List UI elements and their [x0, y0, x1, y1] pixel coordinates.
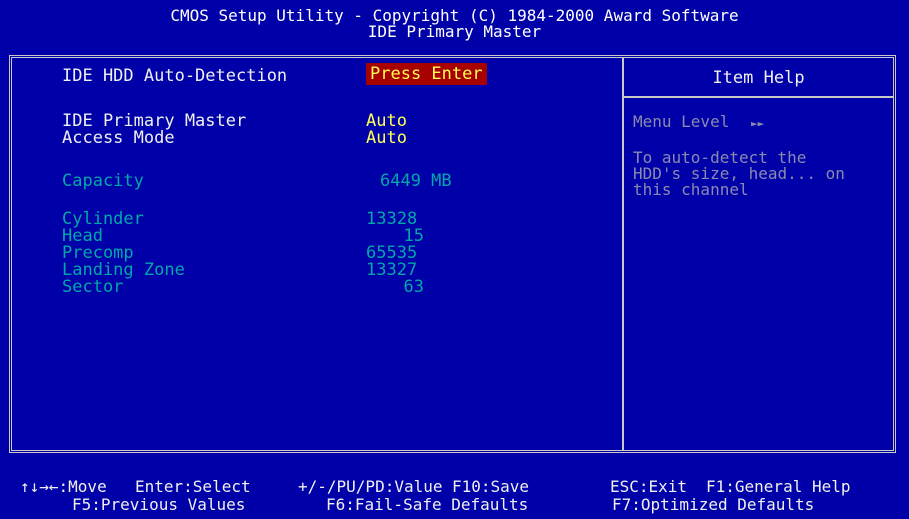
capacity-value: 6449 MB — [380, 171, 452, 191]
auto-detect-label: IDE HDD Auto-Detection — [62, 66, 288, 86]
menu-level: Menu Level ►► — [633, 114, 764, 132]
page-title: IDE Primary Master — [367, 22, 542, 41]
key-select: Enter:Select — [135, 477, 251, 496]
key-optimized-defaults: F7:Optimized Defaults — [612, 495, 815, 514]
help-line-3: this channel — [633, 180, 749, 199]
key-move: ↑↓→←:Move — [20, 477, 107, 496]
key-value: +/-/PU/PD:Value — [298, 477, 443, 496]
access-mode-label: Access Mode — [62, 128, 175, 148]
sector-label: Sector — [62, 277, 124, 297]
key-legend: ↑↓→←:Move Enter:Select +/-/PU/PD:Value F… — [0, 465, 909, 519]
panel-divider — [622, 58, 624, 450]
auto-detect-button[interactable]: Press Enter — [366, 63, 487, 85]
key-previous-values: F5:Previous Values — [72, 495, 246, 514]
access-mode-value[interactable]: Auto — [366, 129, 407, 147]
key-general-help: F1:General Help — [706, 477, 851, 496]
sector-value: 63 — [403, 277, 424, 297]
capacity-label: Capacity — [62, 171, 144, 191]
menu-level-label: Menu Level — [633, 112, 730, 131]
help-title: Item Help — [712, 68, 805, 88]
menu-level-arrows-icon: ►► — [750, 117, 765, 130]
help-separator — [624, 96, 893, 98]
key-save: F10:Save — [452, 477, 530, 496]
key-exit: ESC:Exit — [610, 477, 688, 496]
title-bar: CMOS Setup Utility - Copyright (C) 1984-… — [0, 0, 909, 48]
key-failsafe-defaults: F6:Fail-Safe Defaults — [326, 495, 529, 514]
